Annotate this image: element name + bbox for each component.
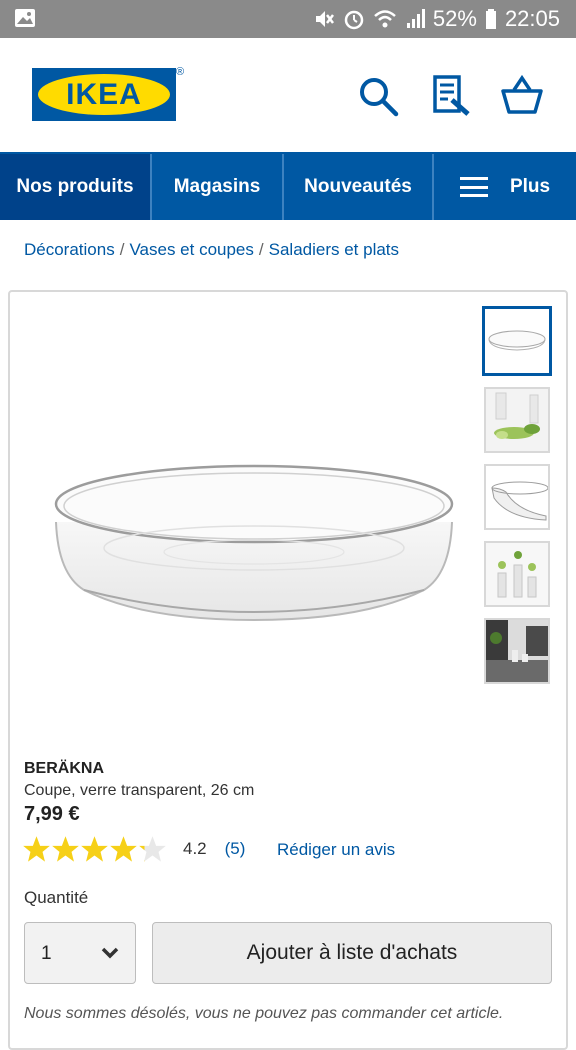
battery-percent: 52% [432, 6, 477, 31]
registered-mark: ® [176, 66, 185, 78]
breadcrumb-link-vases[interactable]: Vases et coupes [129, 240, 253, 259]
star-full-icon [52, 835, 79, 862]
rating-value: 4.2 [183, 839, 207, 858]
search-icon[interactable] [356, 74, 400, 118]
quantity-select[interactable]: 1 [24, 922, 136, 984]
image-icon [15, 9, 35, 27]
site-header: IKEA ® [0, 38, 576, 154]
nav-item-magasins[interactable]: Magasins [152, 154, 284, 220]
breadcrumb: Décorations / Vases et coupes / Saladiers et… [24, 240, 400, 259]
star-full-icon [81, 835, 108, 862]
alarm-icon [344, 10, 364, 30]
nav-item-nouveautes[interactable]: Nouveautés [284, 154, 434, 220]
product-price: 7,99 € [24, 803, 80, 825]
mute-icon [315, 11, 334, 27]
main-nav: Nos produits Magasins Nouveautés Plus [0, 154, 576, 220]
clock: 22:05 [504, 6, 560, 31]
bowl-thumbnail[interactable] [482, 306, 552, 376]
room-thumbnail[interactable] [484, 618, 550, 684]
rating-stars [22, 835, 167, 864]
menu-icon [459, 177, 488, 197]
status-bar: 52% 22:05 [0, 0, 576, 38]
breadcrumb-link-saladiers[interactable]: Saladiers et plats [269, 240, 399, 259]
unavailable-notice: Nous sommes désolés, vous ne pouvez pas … [24, 1005, 504, 1022]
product-rating: 4.2 (5) [22, 832, 245, 866]
bowl-side-thumbnail[interactable] [484, 464, 550, 530]
quantity-value: 1 [41, 943, 52, 964]
star-empty-icon [139, 835, 166, 862]
nav-item-nos-produits[interactable]: Nos produits [0, 154, 152, 220]
thumbnail-strip [482, 306, 554, 695]
add-to-shopping-list-button[interactable]: Ajouter à liste d'achats [152, 922, 552, 984]
product-name: BERÄKNA [24, 760, 104, 777]
product-description: Coupe, verre transparent, 26 cm [24, 782, 255, 799]
shopping-list-icon[interactable] [430, 74, 474, 118]
chevron-down-icon [101, 947, 119, 959]
star-full-icon [23, 835, 50, 862]
bowl-with-plants-thumbnail[interactable] [484, 387, 550, 453]
product-main-image[interactable] [24, 312, 484, 732]
vases-thumbnail[interactable] [484, 541, 550, 607]
quantity-label: Quantité [24, 888, 89, 907]
rating-count-link[interactable]: (5) [225, 839, 246, 859]
wifi-icon [374, 10, 396, 28]
ikea-logo[interactable]: IKEA [32, 68, 176, 121]
basket-icon[interactable] [500, 74, 544, 118]
breadcrumb-link-decorations[interactable]: Décorations [24, 240, 115, 259]
star-full-icon [110, 835, 137, 862]
battery-icon [485, 9, 496, 29]
signal-icon [406, 9, 425, 28]
nav-item-plus[interactable]: Plus [434, 154, 576, 220]
write-review-link[interactable]: Rédiger un avis [277, 840, 395, 860]
